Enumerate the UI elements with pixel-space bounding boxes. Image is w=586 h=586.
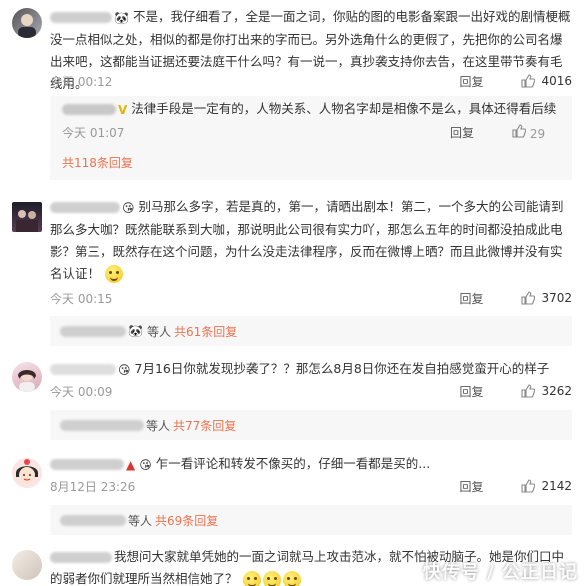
like-button[interactable]: 2142 [521,479,572,493]
comment-3: 😘 7月16日你就发现抄袭了？？那怎么8月8日你还在发自拍感觉蛮开心的样子 今天 … [0,356,586,446]
thumb-up-icon [521,74,536,88]
smile-emoji-icon [242,570,261,586]
thumb-up-icon [512,123,526,138]
smile-emoji-icon [282,570,301,586]
username[interactable] [50,459,124,470]
award-icon: ▲ [126,457,136,472]
sub-reply-body: 法律手段是一定有的，人物关系、人物名字却是相像不是么，具体还得看后续 [131,101,557,116]
comment-meta: 8月12日 23:26 回复 2142 [50,476,572,496]
sub-reply-text: V 法律手段是一定有的，人物关系、人物名字却是相像不是么，具体还得看后续 [62,98,560,121]
more-replies-label: 共77条回复 [173,418,237,433]
like-count: 29 [529,126,546,141]
timestamp: 今天 01:07 [62,125,125,140]
comment-4: ▲ 😘 乍一看评论和转发不像买的，仔细一看都是买的... 8月12日 23:26 回… [0,450,586,540]
thumb-up-icon [521,479,536,493]
avatar-icon [18,14,36,38]
comment-2: 😘 别马那么多字，若是真的，第一，请晒出剧本！第二，一个多大的公司能请到那么多大咖… [0,190,586,350]
username [60,325,126,337]
smile-emoji-icon: 😘 [139,457,152,472]
like-button[interactable]: 29 [512,123,572,141]
thumb-up-icon [521,291,536,305]
timestamp: 今天 00:12 [50,74,113,89]
comment-text: ▲ 😘 乍一看评论和转发不像买的，仔细一看都是买的... [50,453,572,476]
avatar[interactable] [12,458,42,488]
username[interactable] [50,364,116,375]
comment-text: 😘 别马那么多字，若是真的，第一，请晒出剧本！第二，一个多大的公司能请到那么多大咖… [50,196,572,285]
smile-emoji-icon [105,265,123,283]
like-count: 3262 [541,384,572,398]
smile-emoji-icon: 😘 [118,362,131,377]
others-label: 等人 [146,418,171,433]
username [60,514,126,526]
username[interactable] [62,104,116,115]
avatar[interactable] [12,550,42,580]
more-replies-label: 共61条回复 [173,324,238,339]
avatar[interactable] [12,202,42,232]
comment-meta: 今天 00:12 回复 4016 [50,71,572,91]
watermark: 快传号 / 公正日记 [422,562,578,583]
more-replies-label: 共69条回复 [155,513,219,528]
more-replies-bar[interactable]: 等人 共69条回复 [50,505,572,535]
like-count: 4016 [541,74,572,88]
username [60,419,144,431]
others-label: 等人 [146,324,171,339]
more-replies-bar[interactable]: 🐼 等人 共61条回复 [50,316,572,346]
panda-emoji-icon: 🐼 [114,10,129,25]
comment-body: 7月16日你就发现抄袭了？？那怎么8月8日你还在发自拍感觉蛮开心的样子 [134,361,550,376]
sub-reply: V 法律手段是一定有的，人物关系、人物名字却是相像不是么，具体还得看后续 今天 0… [50,96,572,180]
reply-button[interactable]: 回复 [459,383,521,400]
like-count: 3702 [541,291,572,305]
like-button[interactable]: 4016 [521,74,572,88]
reply-button[interactable]: 回复 [450,124,512,141]
reply-button[interactable]: 回复 [459,478,521,495]
timestamp: 今天 00:15 [50,291,113,306]
avatar-icon [16,459,38,483]
username[interactable] [50,202,120,213]
reply-button[interactable]: 回复 [459,73,521,90]
verified-v-icon: V [118,102,128,117]
like-count: 2142 [541,479,572,493]
comment-1: 🐼 不是，我仔细看了，全是一面之词，你贴的图的电影备案跟一出好戏的剧情梗概没一点相… [0,0,586,180]
sub-reply-meta: 今天 01:07 回复 29 [62,122,572,142]
thumb-up-icon [521,384,536,398]
others-label: 等人 [128,513,153,528]
avatar-icon [16,210,38,232]
reply-button[interactable]: 回复 [459,290,521,307]
timestamp: 8月12日 23:26 [50,479,136,494]
comment-body: 乍一看评论和转发不像买的，仔细一看都是买的... [155,456,431,471]
more-replies-bar[interactable]: 等人 共77条回复 [50,410,572,440]
avatar-icon [18,369,36,392]
smile-emoji-icon [262,570,281,586]
avatar[interactable] [12,362,42,392]
more-replies-label: 共118条回复 [62,156,133,170]
username[interactable] [50,12,112,23]
like-button[interactable]: 3262 [521,384,572,398]
timestamp: 今天 00:09 [50,384,113,399]
smile-emoji-icon: 😘 [122,200,135,215]
like-button[interactable]: 3702 [521,291,572,305]
more-replies-link[interactable]: 共118条回复 [62,154,133,171]
comment-text: 😘 7月16日你就发现抄袭了？？那怎么8月8日你还在发自拍感觉蛮开心的样子 [50,358,572,381]
username[interactable] [50,552,112,563]
panda-emoji-icon: 🐼 [128,324,143,338]
comment-meta: 今天 00:15 回复 3702 [50,288,572,308]
comment-meta: 今天 00:09 回复 3262 [50,381,572,401]
avatar[interactable] [12,8,42,38]
